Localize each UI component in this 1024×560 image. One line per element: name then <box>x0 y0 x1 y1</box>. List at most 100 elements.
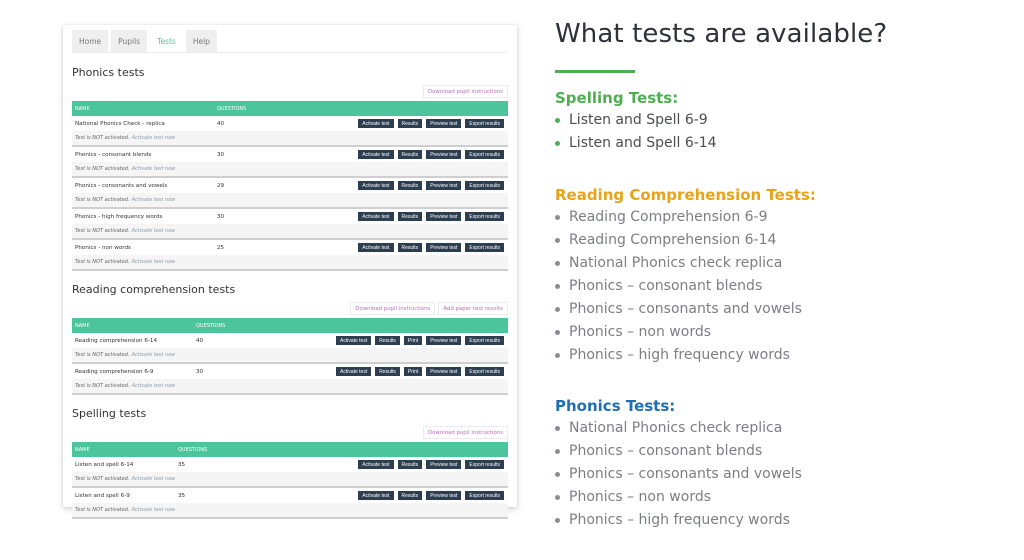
print-button[interactable]: Print <box>403 367 423 376</box>
list-item-text: Phonics – high frequency words <box>569 347 790 363</box>
export-results-button[interactable]: Export results <box>465 119 504 128</box>
activate-test-button[interactable]: Activate test <box>358 212 394 221</box>
preview-test-button[interactable]: Preview test <box>426 336 462 345</box>
question-count: 40 <box>196 337 204 344</box>
section-actions: Download pupil instructions <box>72 85 508 99</box>
export-results-button[interactable]: Export results <box>465 460 504 469</box>
row-main: Listen and spell 6-9 35 Activate test Resul… <box>72 488 508 503</box>
activate-test-button[interactable]: Activate test <box>358 181 394 190</box>
results-button[interactable]: Results <box>375 367 400 376</box>
activate-test-button[interactable]: Activate test <box>358 243 394 252</box>
export-results-button[interactable]: Export results <box>465 367 504 376</box>
list-item-text: Phonics – non words <box>569 324 712 340</box>
add-paper-test-results-button[interactable]: Add paper test results <box>438 302 508 315</box>
export-results-button[interactable]: Export results <box>465 181 504 190</box>
tab-tests[interactable]: Tests <box>150 30 183 52</box>
phonics-tests-group: Phonics Tests: National Phonics check re… <box>555 395 995 532</box>
print-button[interactable]: Print <box>403 336 423 345</box>
preview-test-button[interactable]: Preview test <box>426 181 462 190</box>
activate-test-button[interactable]: Activate test <box>358 460 394 469</box>
question-count: 29 <box>217 182 225 189</box>
test-name: National Phonics Check - replica <box>75 120 165 127</box>
preview-test-button[interactable]: Preview test <box>426 119 462 128</box>
results-button[interactable]: Results <box>397 491 423 500</box>
results-button[interactable]: Results <box>397 460 423 469</box>
row-main: Reading comprehension 6-9 30 Activate test… <box>72 364 508 379</box>
accent-divider <box>555 70 635 73</box>
bullet-icon <box>555 449 560 454</box>
results-button[interactable]: Results <box>397 181 423 190</box>
results-button[interactable]: Results <box>397 212 423 221</box>
reading-tests-group: Reading Comprehension Tests: Reading Com… <box>555 184 995 367</box>
preview-test-button[interactable]: Preview test <box>426 212 462 221</box>
activate-test-button[interactable]: Activate test <box>358 491 394 500</box>
results-button[interactable]: Results <box>375 336 400 345</box>
group-title: Phonics Tests: <box>555 397 676 415</box>
activate-test-button[interactable]: Activate test <box>358 150 394 159</box>
export-results-button[interactable]: Export results <box>465 336 504 345</box>
list-item: Phonics – non words <box>555 486 995 509</box>
test-name: Phonics - high frequency words <box>75 213 163 220</box>
test-name: Phonics - consonants and vowels <box>75 182 168 189</box>
question-count: 35 <box>178 461 186 468</box>
activate-test-now-link[interactable]: Activate test now <box>132 259 176 265</box>
preview-test-button[interactable]: Preview test <box>426 491 462 500</box>
row-main: Phonics - high frequency words 30 Activate… <box>72 209 508 224</box>
activate-test-button[interactable]: Activate test <box>358 119 394 128</box>
question-count: 30 <box>217 151 225 158</box>
tests-table: NAME QUESTIONS National Phonics Check - … <box>72 101 508 271</box>
activate-test-button[interactable]: Activate test <box>335 367 372 376</box>
export-results-button[interactable]: Export results <box>465 150 504 159</box>
list-item: Phonics – consonant blends <box>555 275 995 298</box>
column-header-name: NAME <box>75 105 90 112</box>
column-header-name: NAME <box>75 446 90 453</box>
row-actions: Activate test Results Preview test Export r… <box>358 460 508 469</box>
list-item-text: National Phonics check replica <box>569 420 783 436</box>
export-results-button[interactable]: Export results <box>465 491 504 500</box>
preview-test-button[interactable]: Preview test <box>426 460 462 469</box>
preview-test-button[interactable]: Preview test <box>426 243 462 252</box>
results-button[interactable]: Results <box>397 150 423 159</box>
download-pupil-instructions-button[interactable]: Download pupil instructions <box>422 426 508 439</box>
activate-test-button[interactable]: Activate test <box>335 336 372 345</box>
row-actions: Activate test Results Preview test Export r… <box>358 181 508 190</box>
results-button[interactable]: Results <box>397 243 423 252</box>
preview-test-button[interactable]: Preview test <box>426 367 462 376</box>
list-item: National Phonics check replica <box>555 417 995 440</box>
section-title: Spelling tests <box>72 407 147 420</box>
activate-test-now-link[interactable]: Activate test now <box>132 166 176 172</box>
export-results-button[interactable]: Export results <box>465 243 504 252</box>
group-title: Reading Comprehension Tests: <box>555 186 816 204</box>
question-count: 40 <box>217 120 225 127</box>
table-row: Listen and spell 6-9 35 Activate test Resul… <box>72 488 508 519</box>
section-title: Phonics tests <box>72 66 145 79</box>
group-title: Spelling Tests: <box>555 89 679 107</box>
tab-pupils[interactable]: Pupils <box>111 30 148 52</box>
column-header-questions: QUESTIONS <box>196 322 226 329</box>
status-text: Test is NOT activated. <box>75 352 130 358</box>
list-item: Phonics – consonants and vowels <box>555 463 995 486</box>
table-row: Listen and spell 6-14 35 Activate test Resu… <box>72 457 508 488</box>
activate-test-now-link[interactable]: Activate test now <box>132 383 176 389</box>
activate-test-now-link[interactable]: Activate test now <box>132 228 176 234</box>
table-header: NAME QUESTIONS <box>72 101 508 116</box>
activate-test-now-link[interactable]: Activate test now <box>132 135 176 141</box>
download-pupil-instructions-button[interactable]: Download pupil instructions <box>350 302 436 315</box>
table-header: NAME QUESTIONS <box>72 442 508 457</box>
download-pupil-instructions-button[interactable]: Download pupil instructions <box>422 85 508 98</box>
tab-help[interactable]: Help <box>185 30 217 52</box>
export-results-button[interactable]: Export results <box>465 212 504 221</box>
activate-test-now-link[interactable]: Activate test now <box>132 197 176 203</box>
list-item-text: Reading Comprehension 6-14 <box>569 232 777 248</box>
tab-home[interactable]: Home <box>72 30 109 52</box>
page-title: What tests are available? <box>555 19 888 49</box>
section-title: Reading comprehension tests <box>72 283 236 296</box>
activate-test-now-link[interactable]: Activate test now <box>132 476 176 482</box>
question-count: 25 <box>217 244 225 251</box>
results-button[interactable]: Results <box>397 119 423 128</box>
status-text: Test is NOT activated. <box>75 228 130 234</box>
activate-test-now-link[interactable]: Activate test now <box>132 352 176 358</box>
table-row: Reading comprehension 6-9 30 Activate test… <box>72 364 508 395</box>
preview-test-button[interactable]: Preview test <box>426 150 462 159</box>
activate-test-now-link[interactable]: Activate test now <box>132 507 176 513</box>
